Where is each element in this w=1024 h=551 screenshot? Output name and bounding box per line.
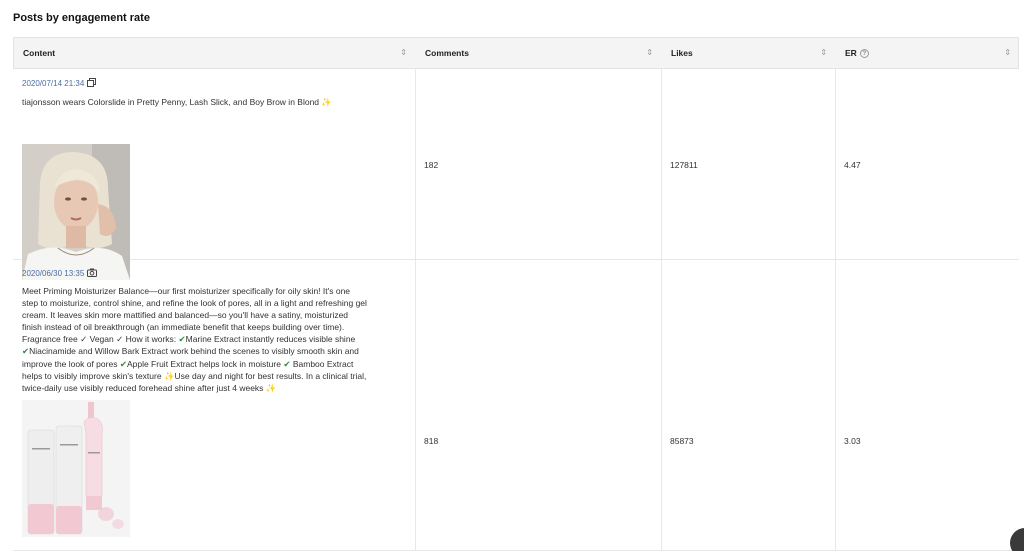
likes-value: 85873 [670,436,694,446]
tick-mark: ✓ [116,334,124,345]
comments-value: 818 [424,436,439,446]
column-label-content: Content [23,48,56,58]
caption-line: twice-daily use visibly reduced forehead… [22,382,418,394]
caption-fragment: Vegan [89,334,114,345]
caption-line: step to moisturize, control shine, and r… [22,298,367,309]
post-thumbnail[interactable] [22,400,130,537]
table-header: Content ⇕ Comments ⇕ Likes ⇕ ER? ⇕ [13,37,1019,69]
caption-fragment: Fragrance free [22,334,78,345]
post-caption: Meet Priming Moisturizer Balance—our fir… [22,285,418,394]
tick-mark: ✓ [80,334,88,345]
carousel-icon [87,78,97,89]
sparkles-emoji: ✨ [163,370,175,381]
caption-fragment: How it works: [125,334,177,345]
column-header-likes[interactable]: Likes ⇕ [662,38,836,68]
post-date-link[interactable]: 2020/06/30 13:35 [22,269,84,278]
comments-value: 182 [424,160,439,170]
caption-line: helps to visibly improve skin's texture … [22,370,418,382]
er-value: 4.47 [844,160,861,170]
caption-fragment: Bamboo Extract [292,358,354,369]
help-icon[interactable]: ? [859,49,869,59]
column-header-comments[interactable]: Comments ⇕ [416,38,662,68]
sparkles-emoji: ✨ [321,97,332,107]
sort-icon[interactable]: ⇕ [646,38,653,68]
column-label-comments: Comments [425,48,469,58]
sort-icon[interactable]: ⇕ [820,38,827,68]
sort-icon[interactable]: ⇕ [400,38,407,68]
post-caption: tiajonsson wears Colorslide in Pretty Pe… [22,96,412,108]
camera-icon [87,268,98,279]
caption-fragment: twice-daily use visibly reduced forehead… [22,382,264,393]
check-mark-icon: ✔ [178,334,186,345]
caption-fragment: Niacinamide and Willow Bark Extract work… [29,346,359,357]
caption-fragment: helps to visibly improve skin's texture [22,370,162,381]
caption-fragment: improve the look of pores [22,358,118,369]
caption-fragment: Marine Extract instantly reduces visible… [185,334,356,345]
sparkles-emoji: ✨ [265,382,277,393]
page-title: Posts by engagement rate [13,12,150,24]
post-meta: 2020/06/30 13:35 [22,268,98,279]
caption-line: Meet Priming Moisturizer Balance—our fir… [22,286,351,296]
caption-line: improve the look of pores ✔Apple Fruit E… [22,358,418,370]
caption-line: ✔Niacinamide and Willow Bark Extract wor… [22,345,418,357]
post-date-link[interactable]: 2020/07/14 21:34 [22,79,84,88]
caption-line: finish instead of oil breakthrough (an i… [22,322,345,333]
check-mark-icon: ✔ [119,358,127,369]
column-label-er: ER [845,48,857,58]
caption-text: tiajonsson wears Colorslide in Pretty Pe… [22,97,320,107]
table-row: 2020/07/14 21:34 tiajonsson wears Colors… [13,69,1019,280]
table-row: 2020/06/30 13:35 Meet Priming Moisturize… [13,260,1019,551]
caption-fragment: Apple Fruit Extract helps lock in moistu… [126,358,281,369]
caption-line: Fragrance free ✓ Vegan ✓ How it works: ✔… [22,333,418,345]
posts-table: Content ⇕ Comments ⇕ Likes ⇕ ER? ⇕ 2020/… [13,37,1019,551]
column-header-er[interactable]: ER? ⇕ [836,38,1020,68]
er-value: 3.03 [844,436,861,446]
caption-line: cream. It leaves skin more mattified and… [22,310,349,321]
post-meta: 2020/07/14 21:34 [22,78,97,89]
sort-icon[interactable]: ⇕ [1004,38,1011,68]
column-header-content[interactable]: Content ⇕ [14,38,416,68]
likes-value: 127811 [670,160,698,170]
column-label-likes: Likes [671,48,693,58]
check-mark-icon: ✔ [283,358,291,369]
caption-fragment: Use day and night for best results. In a… [174,370,367,381]
